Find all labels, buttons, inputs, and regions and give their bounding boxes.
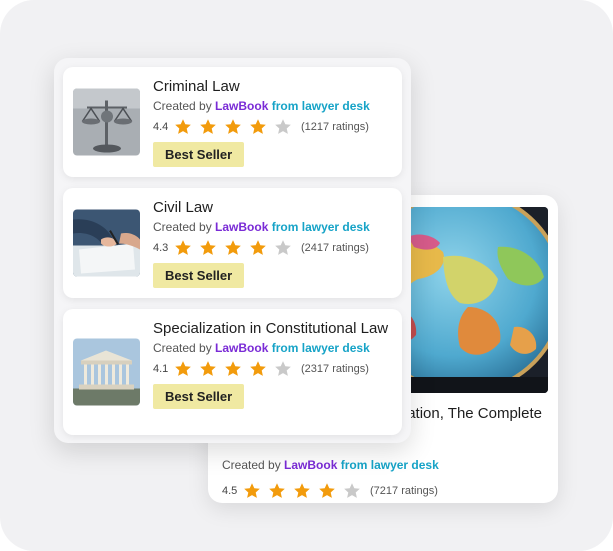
brand-lawbook: LawBook: [215, 341, 269, 355]
star-rating: [243, 482, 368, 500]
star-icon: [174, 239, 195, 257]
brand-lawbook: LawBook: [215, 220, 269, 234]
course-title[interactable]: Criminal Law: [153, 77, 394, 96]
star-icon: [243, 482, 264, 500]
star-rating: [174, 360, 299, 378]
best-seller-badge: Best Seller: [153, 142, 245, 167]
best-seller-badge: Best Seller: [153, 384, 245, 409]
brand-lawyer-desk: from lawyer desk: [271, 341, 370, 355]
rating-count: (2417 ratings): [301, 242, 369, 254]
scales-of-justice-image: [73, 88, 140, 156]
courthouse-image: [73, 338, 140, 406]
star-icon: [268, 482, 289, 500]
rating-value: 4.5: [222, 485, 238, 497]
star-icon: [224, 239, 245, 257]
course-list-panel: Criminal Law Created by LawBook from law…: [54, 58, 411, 443]
course-title[interactable]: Specialization in Constitutional Law: [153, 319, 394, 338]
star-icon: [174, 360, 195, 378]
course-card-criminal-law[interactable]: Criminal Law Created by LawBook from law…: [63, 67, 402, 177]
rating-count: (7217 ratings): [370, 485, 438, 497]
star-outline-icon: [343, 482, 364, 500]
star-rating: [174, 118, 299, 136]
created-by-label: Created by: [153, 341, 212, 355]
star-outline-icon: [274, 118, 295, 136]
course-title[interactable]: Civil Law: [153, 198, 394, 217]
brand-lawyer-desk: from lawyer desk: [271, 99, 370, 113]
back-course-rating: 4.5 (7217 ratings): [222, 482, 438, 500]
star-icon: [224, 118, 245, 136]
course-rating: 4.4 (1217 ratings): [153, 118, 394, 136]
course-card-civil-law[interactable]: Civil Law Created by LawBook from lawyer…: [63, 188, 402, 298]
star-outline-icon: [274, 360, 295, 378]
star-rating: [174, 239, 299, 257]
brand-lawyer-desk: from lawyer desk: [271, 220, 370, 234]
star-icon: [174, 118, 195, 136]
brand-lawyer-desk: from lawyer desk: [340, 458, 439, 472]
rating-count: (2317 ratings): [301, 363, 369, 375]
rating-value: 4.1: [153, 363, 169, 375]
star-icon: [199, 239, 220, 257]
course-rating: 4.3 (2417 ratings): [153, 239, 394, 257]
star-icon: [249, 360, 270, 378]
brand-lawbook: LawBook: [215, 99, 269, 113]
rating-value: 4.3: [153, 242, 169, 254]
course-creator: Created by LawBook from lawyer desk: [153, 341, 394, 355]
created-by-label: Created by: [153, 99, 212, 113]
star-icon: [199, 360, 220, 378]
created-by-label: Created by: [222, 458, 281, 472]
star-outline-icon: [274, 239, 295, 257]
course-card-constitutional-law[interactable]: Specialization in Constitutional Law Cre…: [63, 309, 402, 435]
star-icon: [293, 482, 314, 500]
signing-document-image: [73, 209, 140, 277]
star-icon: [224, 360, 245, 378]
rating-value: 4.4: [153, 121, 169, 133]
star-icon: [318, 482, 339, 500]
best-seller-badge: Best Seller: [153, 263, 245, 288]
star-icon: [249, 118, 270, 136]
rating-count: (1217 ratings): [301, 121, 369, 133]
star-icon: [249, 239, 270, 257]
created-by-label: Created by: [153, 220, 212, 234]
course-rating: 4.1 (2317 ratings): [153, 360, 394, 378]
back-course-creator: Created by LawBook from lawyer desk: [222, 458, 439, 472]
course-creator: Created by LawBook from lawyer desk: [153, 99, 394, 113]
brand-lawbook: LawBook: [284, 458, 338, 472]
course-creator: Created by LawBook from lawyer desk: [153, 220, 394, 234]
star-icon: [199, 118, 220, 136]
